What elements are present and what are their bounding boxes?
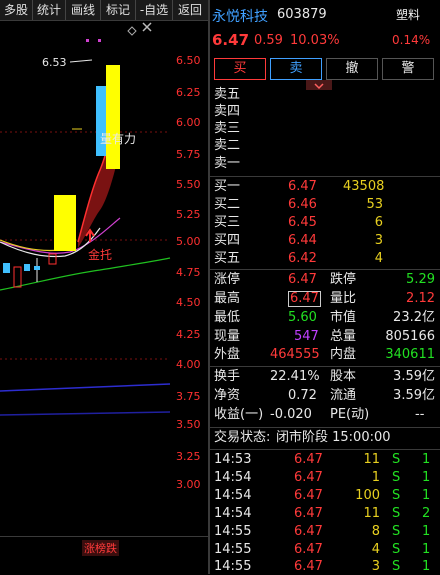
y-tick: 5.25 [176, 208, 201, 221]
trade-row: 14:55 6.47 8 S 1 [214, 524, 431, 539]
stats-row: 换手 22.41% 股本 3.59亿 [214, 369, 435, 384]
divider [0, 536, 208, 537]
y-tick: 4.00 [176, 358, 201, 371]
ma-green-line [0, 257, 171, 291]
kline-chart[interactable]: 6.53 量有力 金托 6.50 6.25 6.00 5.75 5.50 5.2… [0, 20, 208, 574]
stats-row: 最低 5.60 市值 23.2亿 [214, 310, 435, 325]
trade-row: 14:55 6.47 3 S 1 [214, 559, 431, 574]
add-watchlist-button[interactable]: -自选 [136, 0, 173, 20]
y-tick: 3.00 [176, 478, 201, 491]
sell-row: 卖二 [214, 138, 241, 153]
candle [48, 253, 57, 265]
sector-percent: 0.14% [392, 33, 431, 47]
mark-button[interactable]: 标记 [101, 0, 136, 20]
y-tick: 3.75 [176, 390, 201, 403]
sell-row: 卖一 [214, 156, 241, 171]
buy-row: 买二 6.46 53 [214, 197, 383, 212]
y-tick: 5.75 [176, 148, 201, 161]
signal-dot [86, 39, 89, 42]
sector-tag[interactable]: 塑料 [396, 6, 430, 23]
high-arrow [69, 59, 93, 63]
strength-annotation: 量有力 [100, 132, 137, 146]
y-tick: 4.75 [176, 266, 201, 279]
change-percent: 10.03% [290, 33, 340, 48]
buy-row: 买五 6.42 4 [214, 251, 383, 266]
divider [210, 366, 440, 367]
y-tick: 5.50 [176, 178, 201, 191]
stats-row: 收益(一) -0.020 PE(动) -- [214, 407, 425, 422]
stats-row: 最高 6.47 量比 2.12 [214, 291, 435, 307]
ma-dark-blue-line [0, 411, 171, 416]
y-tick: 4.25 [176, 328, 201, 341]
y-tick: 6.50 [176, 54, 201, 67]
trade-row: 14:55 6.47 4 S 1 [214, 542, 431, 557]
buy-row: 买四 6.44 3 [214, 233, 383, 248]
quote-panel: 永悦科技 603879 塑料 6.47 0.59 10.03% 0.14% 买 … [210, 0, 440, 574]
sell-row: 卖三 [214, 121, 241, 136]
ranking-tab[interactable]: 涨榜跌 [82, 540, 119, 556]
signal-dot [98, 39, 101, 42]
stock-code: 603879 [277, 7, 327, 22]
diamond-icon [127, 26, 137, 36]
y-tick: 5.00 [176, 235, 201, 248]
y-tick: 3.50 [176, 418, 201, 431]
buy-button[interactable]: 买 [214, 58, 266, 80]
price-change: 0.59 [254, 33, 283, 48]
divider [210, 427, 440, 428]
back-button[interactable]: 返回 [173, 0, 207, 20]
y-tick: 6.00 [176, 116, 201, 129]
trade-row: 14:54 6.47 100 S 1 [214, 488, 431, 503]
sell-button[interactable]: 卖 [270, 58, 322, 80]
buy-row: 买三 6.45 6 [214, 215, 383, 230]
y-tick: 6.25 [176, 86, 201, 99]
ma-yellow-line [0, 239, 61, 252]
limit-up-bar [54, 195, 76, 251]
buy-row: 买一 6.47 43508 [214, 179, 385, 194]
trade-row: 14:54 6.47 11 S 2 [214, 506, 431, 521]
divider [210, 269, 440, 270]
divider [210, 449, 440, 450]
trade-status: 交易状态: 闭市阶段 15:00:00 [214, 430, 391, 445]
multi-stock-button[interactable]: 多股 [0, 0, 33, 20]
high-price-label: 6.53 [42, 56, 67, 69]
candle [34, 266, 40, 270]
cancel-order-button[interactable]: 撤 [326, 58, 378, 80]
chart-toolbar: 多股 统计 画线 标记 -自选 返回 [0, 0, 208, 21]
y-tick: 3.25 [176, 450, 201, 463]
divider [210, 176, 440, 177]
statistics-button[interactable]: 统计 [33, 0, 66, 20]
candle [13, 266, 22, 288]
sell-row: 卖五 [214, 87, 241, 102]
y-tick: 4.50 [176, 296, 201, 309]
current-price: 6.47 [212, 31, 250, 49]
close-icon[interactable] [140, 20, 154, 34]
trade-row: 14:54 6.47 1 S 1 [214, 470, 431, 485]
stats-row: 净资 0.72 流通 3.59亿 [214, 388, 435, 403]
limit-up-bar [106, 65, 120, 169]
support-annotation: 金托 [88, 248, 113, 262]
candle [24, 264, 30, 271]
draw-line-button[interactable]: 画线 [66, 0, 101, 20]
stock-name: 永悦科技 [212, 9, 268, 25]
sell-row: 卖四 [214, 104, 241, 119]
stats-row: 外盘 464555 内盘 340611 [214, 347, 435, 362]
stats-row: 涨停 6.47 跌停 5.29 [214, 272, 435, 287]
alert-button[interactable]: 警 [382, 58, 434, 80]
ma-blue-line [0, 383, 171, 392]
candle [3, 263, 10, 273]
trade-row: 14:53 6.47 11 S 1 [214, 452, 431, 467]
stats-row: 现量 547 总量 805166 [214, 329, 435, 344]
